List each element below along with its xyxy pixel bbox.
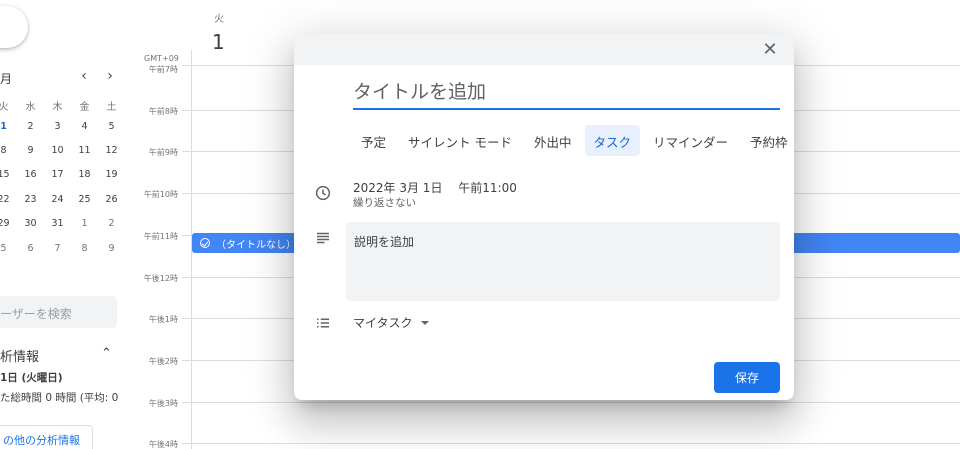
mini-calendar-week: 29 30 31 1 2: [0, 212, 125, 236]
mini-day[interactable]: 15: [0, 169, 17, 180]
description-input[interactable]: 説明を追加: [346, 222, 780, 301]
dialog-header[interactable]: [294, 34, 794, 65]
day-number[interactable]: 1: [212, 30, 225, 54]
mini-day[interactable]: 31: [44, 218, 71, 229]
insights-total-time: た総時間 0 時間 (平均: 0: [0, 392, 119, 404]
mini-day[interactable]: 8: [0, 145, 17, 156]
hour-line: [182, 443, 960, 445]
tasklist-value: マイタスク: [353, 316, 413, 330]
mini-day[interactable]: 5: [0, 243, 17, 254]
hour-label: 午前10時: [143, 190, 178, 200]
user-search-input[interactable]: ーザーを検索: [0, 296, 117, 328]
create-button[interactable]: [0, 6, 28, 48]
save-button[interactable]: 保存: [714, 362, 780, 393]
tab-2[interactable]: 外出中: [525, 125, 581, 156]
mini-weekday: 火: [0, 102, 9, 113]
repeat-text[interactable]: 繰り返さない: [353, 195, 416, 210]
notes-icon: [317, 232, 329, 244]
mini-calendar-weekdays: 火水木金土: [0, 98, 125, 113]
mini-day[interactable]: 4: [71, 121, 98, 132]
mini-day[interactable]: 29: [0, 218, 17, 229]
list-icon: [317, 318, 329, 328]
mini-day[interactable]: 5: [98, 121, 125, 132]
tab-0[interactable]: 予定: [352, 125, 395, 156]
day-of-week: 火: [214, 14, 224, 25]
mini-calendar-title: 月: [0, 72, 13, 86]
insights-heading: 析情報: [0, 350, 40, 365]
title-input[interactable]: [353, 80, 780, 110]
event-type-tabs: 予定 サイレント モード 外出中 タスク リマインダー 予約枠: [352, 125, 794, 156]
datetime-text[interactable]: 2022年 3月 1日 午前11:00: [353, 179, 517, 196]
chevron-up-icon[interactable]: ⌃: [101, 346, 112, 361]
mini-day[interactable]: 2: [98, 218, 125, 229]
mini-day[interactable]: 6: [17, 243, 44, 254]
hour-label: 午後1時: [148, 315, 178, 325]
tab-1[interactable]: サイレント モード: [399, 125, 521, 156]
hour-line: [182, 401, 960, 403]
hour-label: 午後12時: [143, 273, 178, 283]
tab-4[interactable]: リマインダー: [644, 125, 737, 156]
mini-weekday: 木: [52, 102, 63, 113]
insights-date: 1日 (火曜日): [0, 372, 63, 384]
hour-label: 午後4時: [148, 440, 178, 449]
mini-day[interactable]: 9: [17, 145, 44, 156]
mini-day[interactable]: 22: [0, 194, 17, 205]
mini-weekday: 水: [25, 102, 36, 113]
mini-calendar-week: 56789: [0, 236, 125, 260]
chevron-right-icon[interactable]: ›: [102, 68, 118, 84]
hour-label: 午前11時: [143, 231, 178, 241]
clock-icon: [315, 185, 331, 201]
mini-calendar-grid: 1 2 3 4 5 8 9 10 11 12 15 16 17 18 19 22 23 24 25 26 29 30 31 1…: [0, 114, 125, 260]
timezone-label: GMT+09: [144, 54, 179, 63]
mini-calendar-week: 22 23 24 25 26: [0, 187, 125, 211]
mini-calendar-week: 8 9 10 11 12: [0, 138, 125, 162]
mini-calendar-week: 15 16 17 18 19: [0, 163, 125, 187]
tab-5[interactable]: 予約枠: [741, 125, 794, 156]
mini-day[interactable]: 19: [98, 169, 125, 180]
hour-label: 午前7時: [148, 65, 178, 74]
caret-down-icon: [420, 320, 429, 325]
mini-day[interactable]: 18: [71, 169, 98, 180]
hour-label: 午前9時: [148, 148, 178, 158]
mini-day[interactable]: 25: [71, 194, 98, 205]
hour-label: 午後2時: [148, 356, 178, 366]
mini-calendar-week: 12345: [0, 114, 125, 138]
hour-label: 午前8時: [148, 106, 178, 116]
quick-create-dialog: ✕ 予定サイレント モード外出中タスクリマインダー予約枠 2022年 3月 1日…: [294, 34, 794, 400]
mini-day[interactable]: 9: [98, 243, 125, 254]
mini-day[interactable]: 16: [17, 169, 44, 180]
tasklist-dropdown[interactable]: マイタスク: [353, 314, 429, 331]
mini-day[interactable]: 8: [71, 243, 98, 254]
chevron-left-icon[interactable]: ‹: [76, 68, 92, 84]
task-check-icon: [200, 238, 210, 248]
mini-day[interactable]: 10: [44, 145, 71, 156]
hour-label: 午後3時: [148, 398, 178, 408]
mini-day[interactable]: 1: [71, 218, 98, 229]
mini-weekday: 金: [79, 102, 90, 113]
mini-day[interactable]: 23: [17, 194, 44, 205]
mini-day[interactable]: 30: [17, 218, 44, 229]
mini-day[interactable]: 2: [17, 121, 44, 132]
mini-day[interactable]: 7: [44, 243, 71, 254]
calendar-app: 月 ‹ › 火水木金土 1 2 3 4 5 8 9 10 11 12 15 16 17 18 19 22 23 2…: [0, 0, 960, 449]
mini-day[interactable]: 24: [44, 194, 71, 205]
close-icon[interactable]: ✕: [760, 40, 780, 60]
mini-day[interactable]: 11: [71, 145, 98, 156]
event-title: （タイトルなし）: [216, 239, 296, 251]
tab-3[interactable]: タスク: [584, 125, 641, 156]
mini-day[interactable]: 17: [44, 169, 71, 180]
more-insights-button[interactable]: の他の分析情報: [0, 425, 93, 449]
mini-day-selected[interactable]: 1: [0, 114, 17, 135]
mini-day[interactable]: 3: [44, 121, 71, 132]
